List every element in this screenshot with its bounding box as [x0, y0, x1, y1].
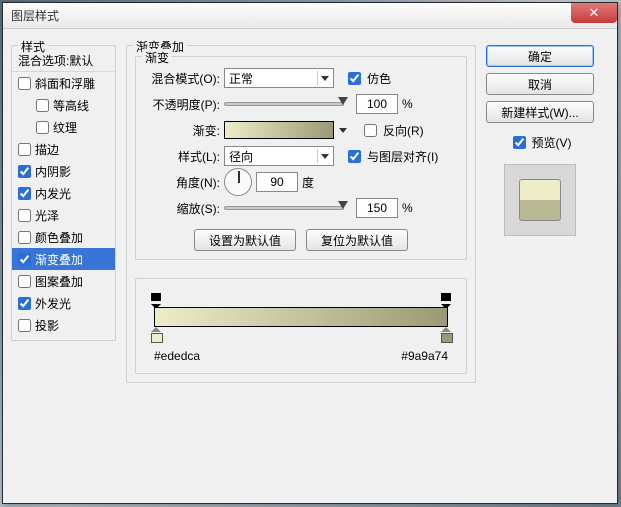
- style-item-label: 等高线: [53, 97, 89, 114]
- chevron-down-icon: [317, 149, 331, 163]
- close-button[interactable]: ✕: [571, 3, 617, 23]
- style-item-label: 投影: [35, 317, 59, 334]
- titlebar[interactable]: 图层样式 ✕: [3, 3, 617, 29]
- ok-button[interactable]: 确定: [486, 45, 594, 67]
- style-item-checkbox[interactable]: [18, 319, 31, 332]
- gradient-label: 渐变:: [144, 122, 224, 139]
- style-item[interactable]: 光泽: [12, 204, 115, 226]
- preview-thumbnail: [504, 164, 576, 236]
- styles-panel: 样式 混合选项:默认 斜面和浮雕等高线纹理描边内阴影内发光光泽颜色叠加渐变叠加图…: [11, 39, 116, 493]
- style-item-checkbox[interactable]: [18, 143, 31, 156]
- opacity-stop-left[interactable]: [150, 293, 162, 305]
- new-style-button[interactable]: 新建样式(W)...: [486, 101, 594, 123]
- dither-checkbox[interactable]: 仿色: [344, 69, 391, 88]
- style-item[interactable]: 渐变叠加: [12, 248, 115, 270]
- gradient-bar[interactable]: [154, 307, 448, 327]
- styles-legend: 样式: [18, 38, 48, 55]
- style-item-label: 纹理: [53, 119, 77, 136]
- style-item-label: 外发光: [35, 295, 71, 312]
- align-checkbox[interactable]: 与图层对齐(I): [344, 147, 438, 166]
- chevron-down-icon: [317, 71, 331, 85]
- style-item-checkbox[interactable]: [18, 77, 31, 90]
- style-item[interactable]: 等高线: [12, 94, 115, 116]
- cancel-button[interactable]: 取消: [486, 73, 594, 95]
- set-default-button[interactable]: 设置为默认值: [194, 229, 296, 251]
- opacity-label: 不透明度(P):: [144, 96, 224, 113]
- style-item-label: 颜色叠加: [35, 229, 83, 246]
- style-item[interactable]: 外发光: [12, 292, 115, 314]
- style-item[interactable]: 斜面和浮雕: [12, 72, 115, 94]
- reset-default-button[interactable]: 复位为默认值: [306, 229, 408, 251]
- style-item-checkbox[interactable]: [18, 231, 31, 244]
- style-item-checkbox[interactable]: [18, 165, 31, 178]
- style-item[interactable]: 颜色叠加: [12, 226, 115, 248]
- angle-input[interactable]: 90: [256, 172, 298, 192]
- gradient-editor: #ededca #9a9a74: [135, 278, 467, 374]
- style-item-label: 描边: [35, 141, 59, 158]
- color-stop-left[interactable]: [150, 331, 162, 343]
- style-combo[interactable]: 径向: [224, 146, 334, 166]
- scale-label: 缩放(S):: [144, 200, 224, 217]
- blend-mode-label: 混合模式(O):: [144, 70, 224, 87]
- options-panel: 渐变叠加 渐变 混合模式(O): 正常 仿色 不透明度(P):: [116, 39, 476, 493]
- preview-checkbox[interactable]: 预览(V): [509, 133, 572, 152]
- style-item-label: 光泽: [35, 207, 59, 224]
- style-item-label: 渐变叠加: [35, 251, 83, 268]
- style-item-checkbox[interactable]: [18, 253, 31, 266]
- style-item[interactable]: 内阴影: [12, 160, 115, 182]
- hex-left: #ededca: [154, 349, 200, 363]
- color-stop-right[interactable]: [440, 331, 452, 343]
- scale-slider[interactable]: [224, 206, 344, 210]
- blend-mode-combo[interactable]: 正常: [224, 68, 334, 88]
- style-item-label: 内阴影: [35, 163, 71, 180]
- style-item-checkbox[interactable]: [36, 99, 49, 112]
- angle-label: 角度(N):: [144, 174, 224, 191]
- chevron-down-icon[interactable]: [336, 123, 350, 137]
- style-item-checkbox[interactable]: [36, 121, 49, 134]
- reverse-checkbox[interactable]: 反向(R): [360, 121, 424, 140]
- style-item-checkbox[interactable]: [18, 209, 31, 222]
- layer-style-dialog: 图层样式 ✕ 样式 混合选项:默认 斜面和浮雕等高线纹理描边内阴影内发光光泽颜色…: [2, 2, 618, 504]
- hex-right: #9a9a74: [401, 349, 448, 363]
- style-item-checkbox[interactable]: [18, 187, 31, 200]
- style-item-checkbox[interactable]: [18, 275, 31, 288]
- style-item-label: 内发光: [35, 185, 71, 202]
- opacity-slider[interactable]: [224, 102, 344, 106]
- style-item[interactable]: 图案叠加: [12, 270, 115, 292]
- style-item[interactable]: 描边: [12, 138, 115, 160]
- angle-dial[interactable]: [224, 168, 252, 196]
- scale-input[interactable]: 150: [356, 198, 398, 218]
- style-item-label: 斜面和浮雕: [35, 75, 95, 92]
- window-title: 图层样式: [11, 7, 59, 24]
- opacity-stop-right[interactable]: [440, 293, 452, 305]
- style-item[interactable]: 纹理: [12, 116, 115, 138]
- style-item-checkbox[interactable]: [18, 297, 31, 310]
- action-panel: 确定 取消 新建样式(W)... 预览(V): [476, 39, 594, 493]
- style-item-label: 图案叠加: [35, 273, 83, 290]
- style-item[interactable]: 投影: [12, 314, 115, 336]
- opacity-input[interactable]: 100: [356, 94, 398, 114]
- style-item[interactable]: 内发光: [12, 182, 115, 204]
- gradient-swatch[interactable]: [224, 121, 334, 139]
- style-label: 样式(L):: [144, 148, 224, 165]
- gradient-legend: 渐变: [142, 49, 172, 66]
